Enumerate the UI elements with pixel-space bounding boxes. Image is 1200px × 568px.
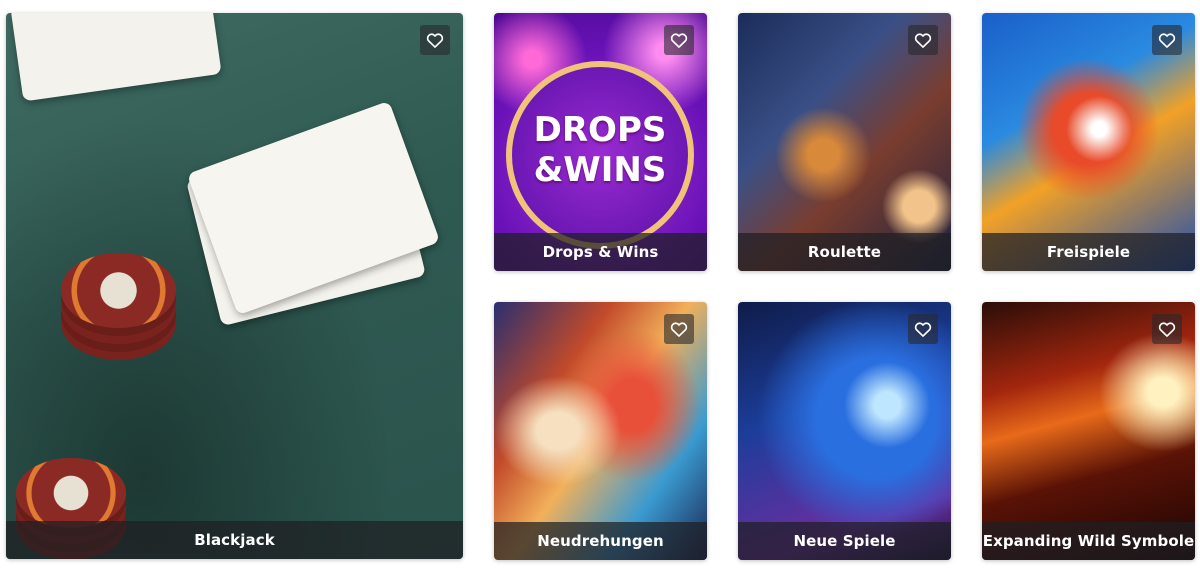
favorite-button[interactable] xyxy=(420,25,450,55)
heart-outline-icon xyxy=(670,322,688,337)
game-tile-neue-spiele[interactable]: Neue Spiele xyxy=(738,302,951,560)
favorite-button[interactable] xyxy=(1152,25,1182,55)
game-tile-freispiele[interactable]: Freispiele xyxy=(982,13,1195,271)
favorite-button[interactable] xyxy=(664,25,694,55)
game-tile-drops-and-wins[interactable]: DROPS &WINS Drops & Wins xyxy=(494,13,707,271)
favorite-button[interactable] xyxy=(664,314,694,344)
tile-label: Neudrehungen xyxy=(494,522,707,560)
heart-outline-icon xyxy=(914,322,932,337)
game-tile-blackjack[interactable]: Blackjack xyxy=(6,13,463,559)
heart-outline-icon xyxy=(914,33,932,48)
heart-outline-icon xyxy=(1158,33,1176,48)
heart-outline-icon xyxy=(670,33,688,48)
game-tile-neudrehungen[interactable]: Neudrehungen xyxy=(494,302,707,560)
tile-label: Roulette xyxy=(738,233,951,271)
favorite-button[interactable] xyxy=(1152,314,1182,344)
promo-text-line2: &WINS xyxy=(533,150,667,190)
tile-label: Blackjack xyxy=(6,521,463,559)
favorite-button[interactable] xyxy=(908,314,938,344)
favorite-button[interactable] xyxy=(908,25,938,55)
promo-text-line1: DROPS xyxy=(533,110,667,150)
game-tile-expanding-wild-symbole[interactable]: Expanding Wild Symbole xyxy=(982,302,1195,560)
game-tile-roulette[interactable]: Roulette xyxy=(738,13,951,271)
tile-label: Drops & Wins xyxy=(494,233,707,271)
heart-outline-icon xyxy=(1158,322,1176,337)
tile-label: Neue Spiele xyxy=(738,522,951,560)
tile-label: Expanding Wild Symbole xyxy=(982,522,1195,560)
heart-outline-icon xyxy=(426,33,444,48)
blackjack-artwork xyxy=(6,13,463,559)
tile-label: Freispiele xyxy=(982,233,1195,271)
